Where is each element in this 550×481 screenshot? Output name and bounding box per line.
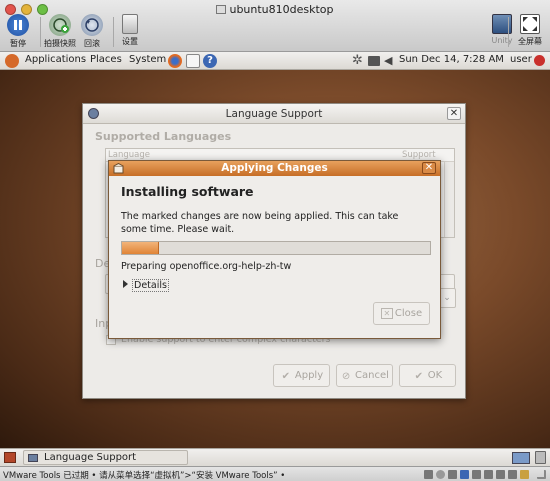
progress-bar-fill xyxy=(122,242,159,254)
settings-gear-icon[interactable]: ✲ xyxy=(352,54,366,68)
vm-window-icon xyxy=(216,5,227,14)
cancel-icon: ⊘ xyxy=(341,371,351,382)
column-language[interactable]: Language xyxy=(108,150,150,160)
help-icon[interactable]: ? xyxy=(203,54,217,68)
shared-folder-icon[interactable] xyxy=(520,470,529,479)
dialog-title: Applying Changes xyxy=(221,162,328,174)
show-desktop-icon[interactable] xyxy=(4,452,16,463)
list-scrollbar[interactable] xyxy=(444,162,454,237)
close-icon: ✕ xyxy=(380,308,393,319)
dialog-message: The marked changes are now being applied… xyxy=(121,211,399,235)
close-icon[interactable]: ✕ xyxy=(447,107,461,120)
fullscreen-button[interactable]: 全屏幕 xyxy=(508,14,550,47)
expander-arrow-icon xyxy=(123,280,128,288)
taskbar-item-language-support[interactable]: Language Support xyxy=(23,450,188,465)
window-icon xyxy=(28,454,38,462)
trash-icon[interactable] xyxy=(535,451,546,464)
vmware-toolbar: ubuntu810desktop 暂停 拍摄快照 回滚 设置 Unity 全屏幕 xyxy=(0,0,550,52)
pause-icon xyxy=(7,14,29,36)
cancel-button[interactable]: ⊘ Cancel xyxy=(336,364,393,387)
details-expander[interactable]: Details xyxy=(123,279,169,292)
volume-icon[interactable]: ◀ xyxy=(384,54,398,68)
window-titlebar[interactable]: Language Support ✕ xyxy=(83,104,465,124)
ubuntu-logo-icon xyxy=(5,54,19,68)
firefox-icon[interactable] xyxy=(168,54,182,68)
menu-places[interactable]: Places xyxy=(90,54,122,65)
status-message: VMware Tools 已过期 • 请从菜单选择“虚拟机”>“安装 VMwar… xyxy=(3,471,286,481)
progress-status: Preparing openoffice.org-help-zh-tw xyxy=(121,261,292,272)
cdrom-icon[interactable] xyxy=(436,470,445,479)
apply-button[interactable]: ✔ Apply xyxy=(273,364,330,387)
checkmark-icon: ✔ xyxy=(414,371,423,382)
ok-button[interactable]: ✔ OK xyxy=(399,364,456,387)
user-menu[interactable]: user xyxy=(510,54,532,65)
pause-button[interactable]: 暂停 xyxy=(0,14,40,49)
window-title: Language Support xyxy=(225,108,323,120)
sound-icon[interactable] xyxy=(496,470,505,479)
progress-bar xyxy=(121,241,431,255)
menu-applications[interactable]: Applications xyxy=(25,54,86,65)
floppy-icon[interactable] xyxy=(448,470,457,479)
usb-icon[interactable] xyxy=(484,470,493,479)
harddisk-icon[interactable] xyxy=(424,470,433,479)
settings-button[interactable]: 设置 xyxy=(108,14,152,47)
applying-changes-dialog: Applying Changes ✕ Installing software T… xyxy=(108,160,441,339)
snapshot-icon xyxy=(49,14,71,36)
settings-icon xyxy=(122,14,138,34)
dialog-titlebar[interactable]: Applying Changes ✕ xyxy=(109,161,440,176)
network-adapter-icon[interactable] xyxy=(472,470,481,479)
gnome-top-panel: Applications Places System ? ✲ ◀ Sun Dec… xyxy=(0,52,550,70)
close-button[interactable]: ✕ Close xyxy=(373,302,430,325)
fullscreen-icon xyxy=(520,14,540,34)
dialog-heading: Installing software xyxy=(121,184,254,199)
bluetooth-icon[interactable] xyxy=(460,470,469,479)
mail-icon[interactable] xyxy=(186,54,200,68)
checkmark-icon: ✔ xyxy=(281,371,291,382)
clock[interactable]: Sun Dec 14, 7:28 AM xyxy=(399,54,504,65)
close-icon[interactable]: ✕ xyxy=(422,162,436,174)
vmware-status-bar: VMware Tools 已过期 • 请从菜单选择“虚拟机”>“安装 VMwar… xyxy=(0,466,550,481)
printer-icon[interactable] xyxy=(508,470,517,479)
revert-icon xyxy=(81,14,103,36)
resize-grip-icon[interactable] xyxy=(537,470,546,479)
gnome-bottom-panel: Language Support xyxy=(0,448,550,466)
menu-system[interactable]: System xyxy=(129,54,166,65)
column-support[interactable]: Support xyxy=(402,150,436,160)
power-icon[interactable] xyxy=(534,55,545,66)
supported-languages-label: Supported Languages xyxy=(95,130,232,143)
workspace-switcher[interactable] xyxy=(512,452,530,464)
network-icon[interactable] xyxy=(368,56,380,66)
